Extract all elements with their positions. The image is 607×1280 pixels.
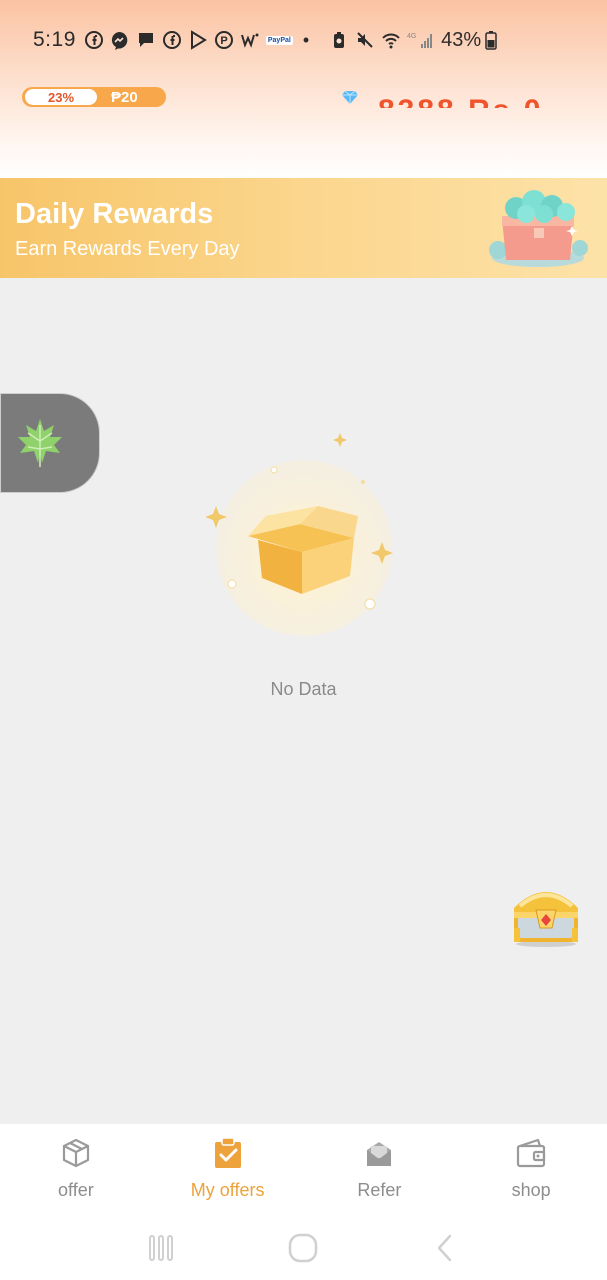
envelope-icon <box>367 1142 392 1166</box>
bottom-nav: offer My offers Refer shop <box>0 1124 607 1216</box>
battery-percent: 43% <box>441 28 482 51</box>
mute-icon <box>355 30 375 50</box>
nav-shop[interactable]: shop <box>455 1124 607 1216</box>
daily-progress-bar[interactable]: 23% ₱20 <box>22 87 166 107</box>
nav-my-offers[interactable]: My offers <box>152 1124 304 1216</box>
system-nav-bar <box>0 1216 607 1280</box>
home-icon[interactable] <box>287 1232 319 1264</box>
progress-percent: 23% <box>25 89 97 105</box>
nav-refer-label: Refer <box>357 1180 402 1200</box>
recent-apps-icon[interactable] <box>145 1232 177 1264</box>
app-icon <box>240 30 260 50</box>
empty-state-message: No Data <box>270 679 337 699</box>
play-store-icon <box>188 30 208 50</box>
balance-text: 8388 Rs 0 <box>378 96 588 108</box>
status-time: 5:19 <box>33 28 76 51</box>
clipboard-check-icon <box>214 1137 241 1168</box>
paypal-badge: PayPal <box>265 35 293 45</box>
facebook-icon <box>84 30 104 50</box>
status-bar: 5:19 P PayPal • 4G 43% <box>0 22 607 58</box>
notification-dot: • <box>302 29 310 50</box>
treasure-chest-button[interactable] <box>506 880 584 948</box>
box-icon <box>62 1138 89 1168</box>
battery-saver-icon <box>329 30 349 50</box>
peso-coin-icon: P <box>214 30 234 50</box>
svg-text:P: P <box>220 35 227 47</box>
nav-offer[interactable]: offer <box>0 1124 152 1216</box>
gem-chest-icon <box>489 190 588 267</box>
nav-my-offers-label: My offers <box>190 1180 265 1200</box>
progress-reward-amount: ₱20 <box>111 88 138 106</box>
wallet-icon <box>517 1138 546 1168</box>
diamond-icon <box>342 90 358 104</box>
empty-box-illustration <box>206 433 393 636</box>
nav-shop-label: shop <box>511 1180 551 1200</box>
floating-leaf-button[interactable] <box>0 393 100 493</box>
balance-display: 8388 Rs 0 <box>378 96 588 108</box>
nav-refer[interactable]: Refer <box>304 1124 456 1216</box>
back-icon[interactable] <box>430 1232 462 1264</box>
svg-text:4G: 4G <box>407 33 416 40</box>
facebook-icon-2 <box>162 30 182 50</box>
banner-title: Daily Rewards <box>15 198 214 230</box>
messenger-icon <box>110 30 130 50</box>
battery-icon <box>485 30 497 50</box>
maple-leaf-icon <box>18 419 62 467</box>
signal-icon: 4G <box>407 30 433 50</box>
chat-icon <box>136 30 156 50</box>
nav-offer-label: offer <box>58 1180 94 1200</box>
wifi-icon <box>381 30 401 50</box>
banner-subtitle: Earn Rewards Every Day <box>15 238 240 260</box>
